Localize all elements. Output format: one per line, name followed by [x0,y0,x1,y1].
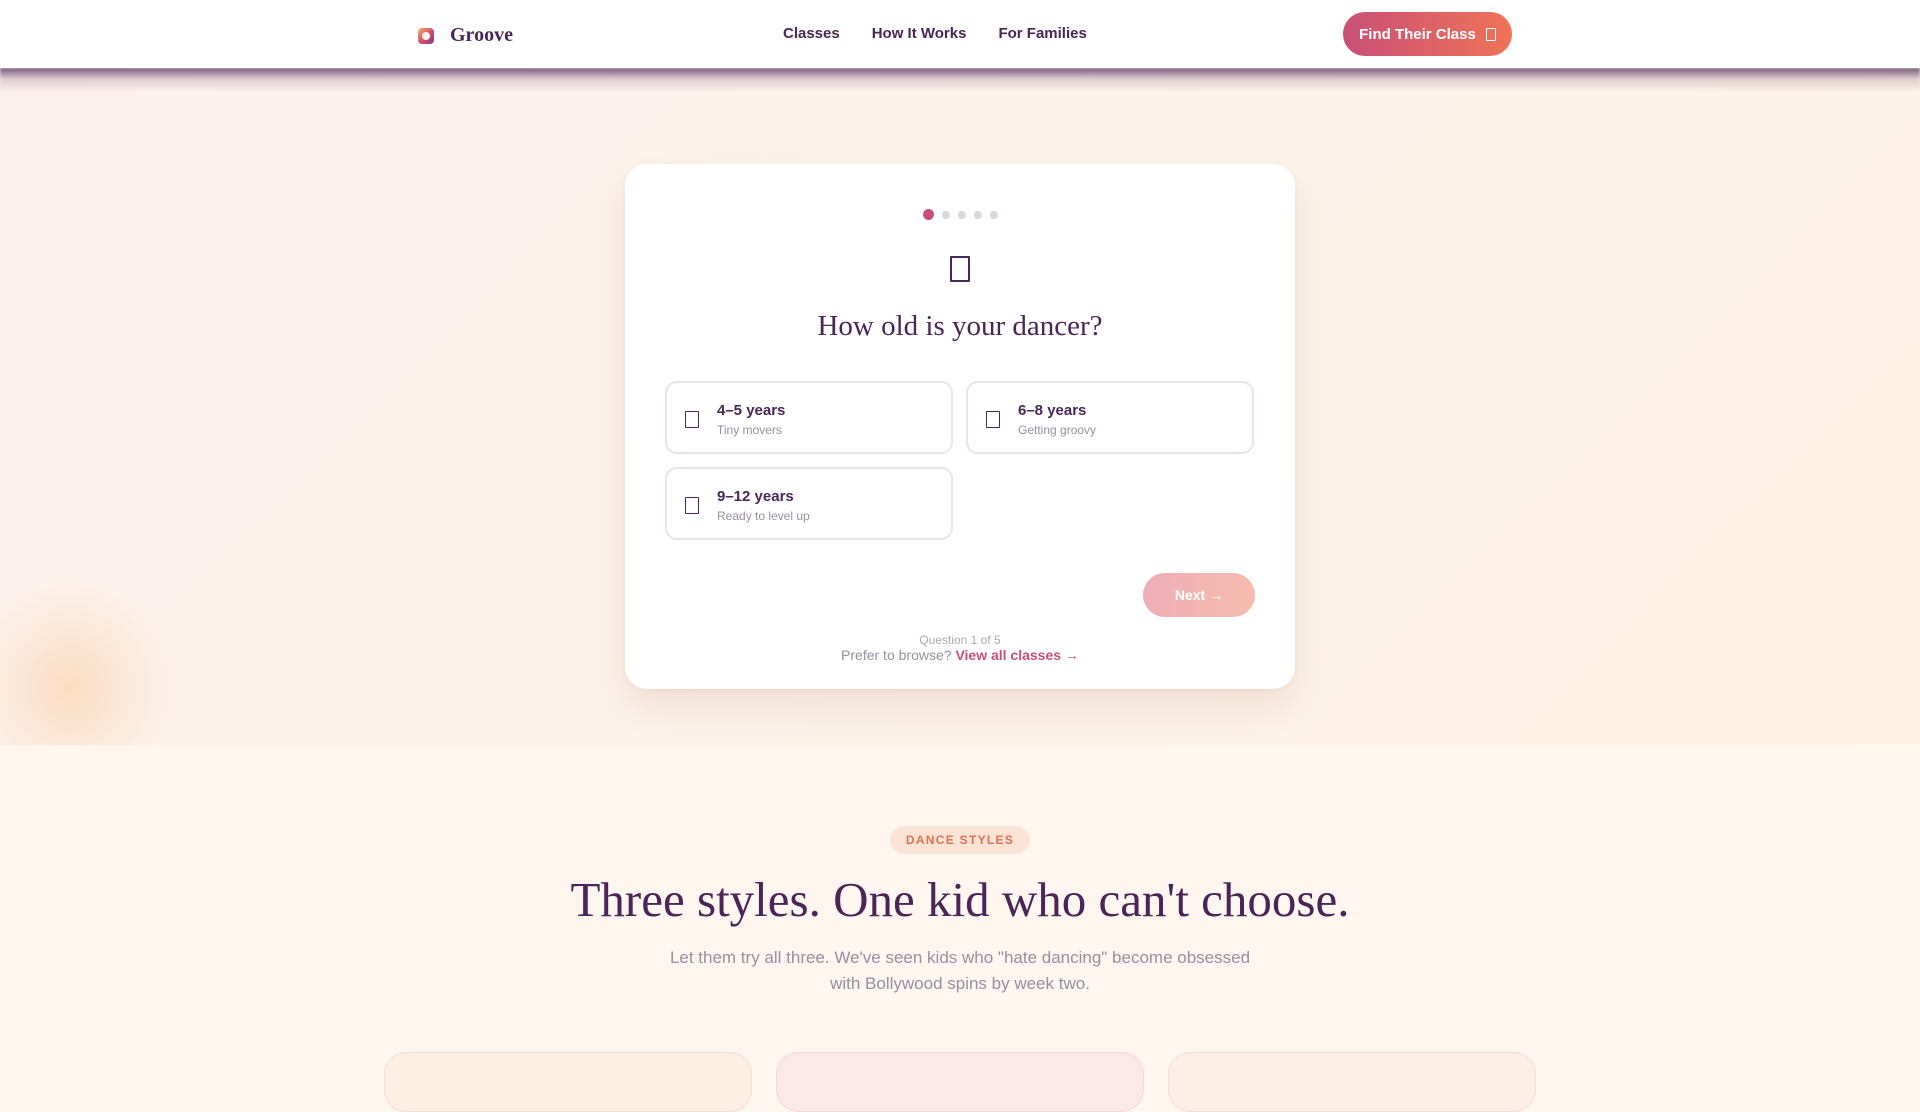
option-label: 9–12 years [717,488,794,505]
option-subtitle: Getting groovy [1018,423,1097,437]
option-6-8-years[interactable]: 6–8 years Getting groovy [966,381,1254,454]
logo[interactable]: Groove [418,24,513,47]
class-icon [1485,27,1496,41]
logo-icon [418,27,434,44]
logo-text: Groove [450,24,513,46]
site-header: Groove Classes How It Works For Families… [0,0,1920,68]
progress-dot-active [923,209,934,220]
quiz-card: How old is your dancer? 4–5 years Tiny m… [625,164,1295,689]
section-subtitle: Let them try all three. We've seen kids … [669,948,1251,993]
option-4-5-years[interactable]: 4–5 years Tiny movers [665,381,953,454]
progress-dot [958,210,966,219]
option-icon [986,411,1000,428]
question-title: How old is your dancer? [817,310,1103,342]
browse-text: Prefer to browse? [841,647,952,663]
progress-dots [923,209,998,220]
progress-dot [990,210,998,219]
find-their-class-label: Find Their Class [1359,25,1476,43]
option-icon [685,411,699,428]
option-subtitle: Tiny movers [717,423,782,437]
section-eyebrow: DANCE STYLES [890,826,1030,854]
nav-link-for-families[interactable]: For Families [998,25,1086,43]
option-subtitle: Ready to level up [717,509,810,523]
progress-dot [974,210,982,219]
find-their-class-button[interactable]: Find Their Class [1343,12,1512,56]
option-label: 6–8 years [1018,402,1087,419]
browse-prompt: Prefer to browse? View all classes → [0,647,1920,663]
question-counter: Question 1 of 5 [919,633,1001,647]
view-all-classes-link[interactable]: View all classes → [955,647,1079,663]
style-card[interactable] [776,1052,1144,1112]
hero-section: How old is your dancer? 4–5 years Tiny m… [0,68,1920,745]
next-button[interactable]: Next → [1143,573,1255,617]
style-card[interactable] [384,1052,752,1112]
main-nav: Classes How It Works For Families [783,25,1087,43]
progress-dot [942,210,950,219]
option-label: 4–5 years [717,402,786,419]
nav-link-how-it-works[interactable]: How It Works [872,25,967,43]
section-title: Three styles. One kid who can't choose. [570,872,1350,927]
dance-styles-section: DANCE STYLES Three styles. One kid who c… [0,745,1920,1112]
question-icon [950,256,970,282]
option-9-12-years[interactable]: 9–12 years Ready to level up [665,467,953,540]
header-shadow [0,68,1920,92]
option-icon [685,497,699,514]
style-card[interactable] [1168,1052,1536,1112]
nav-link-classes[interactable]: Classes [783,25,840,43]
